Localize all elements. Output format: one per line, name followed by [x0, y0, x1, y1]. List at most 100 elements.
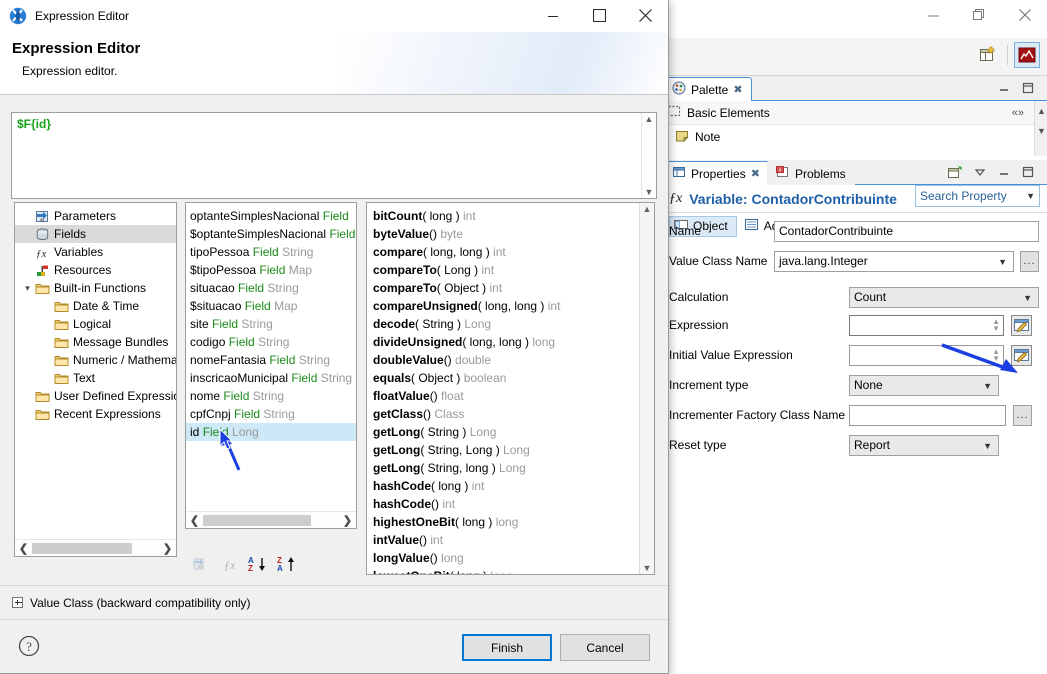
initial-value-edit-button[interactable]	[1011, 344, 1032, 366]
value-class-name-combo[interactable]: java.lang.Integer ▼	[774, 250, 1014, 272]
incrementer-factory-input[interactable]	[849, 404, 1006, 426]
method-list-item[interactable]: getLong( String ) Long	[367, 423, 640, 441]
increment-type-combo[interactable]: None ▼	[849, 374, 999, 396]
tree-item-recent-expressions[interactable]: Recent Expressions	[15, 405, 176, 423]
method-list-item[interactable]: intValue() int	[367, 531, 640, 549]
help-icon[interactable]: ?	[18, 635, 40, 657]
pin-icon[interactable]	[946, 164, 964, 180]
view-menu-icon[interactable]	[972, 164, 988, 180]
method-list-item[interactable]: floatValue() float	[367, 387, 640, 405]
scroll-up-icon[interactable]: ▲	[643, 203, 652, 215]
palette-group-basic-elements[interactable]: Basic Elements «»	[661, 101, 1047, 125]
scroll-up-icon[interactable]: ▲	[645, 113, 654, 125]
scroll-down-icon[interactable]: ▼	[645, 186, 654, 198]
method-list-item[interactable]: compareTo( Object ) int	[367, 279, 640, 297]
field-list-item[interactable]: codigo Field String	[186, 333, 356, 351]
method-list-item[interactable]: compare( long, long ) int	[367, 243, 640, 261]
method-list-item[interactable]: equals( Object ) boolean	[367, 369, 640, 387]
sort-za-ascending-icon[interactable]: Z A	[277, 554, 299, 574]
field-list-item[interactable]: $situacao Field Map	[186, 297, 356, 315]
value-class-name-browse-button[interactable]: ...	[1020, 250, 1039, 272]
field-list-item[interactable]: optanteSimplesNacional Field	[186, 207, 356, 225]
properties-close-icon[interactable]: ✖	[751, 167, 760, 180]
method-list-item[interactable]: hashCode( long ) int	[367, 477, 640, 495]
methods-vertical-scrollbar[interactable]: ▲ ▼	[639, 203, 654, 574]
palette-close-icon[interactable]: ✖	[733, 83, 742, 96]
dialog-close-button[interactable]	[622, 0, 668, 31]
search-property-input[interactable]: Search Property ▼	[915, 185, 1040, 207]
scroll-left-icon[interactable]: ❮	[186, 512, 203, 528]
expression-spinner[interactable]: ▲ ▼	[992, 317, 1000, 332]
fields-horizontal-scrollbar[interactable]: ❮ ❯	[186, 511, 356, 528]
eclipse-minimize-button[interactable]	[910, 0, 956, 30]
sort-az-descending-icon[interactable]: A Z	[248, 554, 270, 574]
method-list-item[interactable]: byteValue() byte	[367, 225, 640, 243]
tree-item-date-time[interactable]: Date & Time	[15, 297, 176, 315]
method-list-item[interactable]: bitCount( long ) int	[367, 207, 640, 225]
collapse-icon[interactable]: «»	[1012, 107, 1024, 119]
initial-value-spinner[interactable]: ▲ ▼	[992, 347, 1000, 362]
tree-item-fields[interactable]: Fields	[15, 225, 176, 243]
palette-item-note[interactable]: Note	[661, 125, 1047, 149]
method-list-item[interactable]: getLong( String, Long ) Long	[367, 441, 640, 459]
scroll-down-icon[interactable]: ▼	[1035, 121, 1047, 141]
cancel-button[interactable]: Cancel	[560, 634, 650, 661]
field-list-item[interactable]: id Field Long	[186, 423, 356, 441]
scroll-thumb[interactable]	[203, 514, 311, 526]
dialog-minimize-button[interactable]	[530, 0, 576, 31]
tree-item-parameters[interactable]: IN Parameters	[15, 207, 176, 225]
method-list-item[interactable]: highestOneBit( long ) long	[367, 513, 640, 531]
fields-list[interactable]: optanteSimplesNacional Field $optanteSim…	[185, 202, 357, 529]
field-list-item[interactable]: nomeFantasia Field String	[186, 351, 356, 369]
method-list-item[interactable]: compareUnsigned( long, long ) int	[367, 297, 640, 315]
expand-icon[interactable]	[12, 597, 23, 608]
tab-problems[interactable]: x Problems	[767, 161, 855, 185]
expression-textarea[interactable]: $F{id} ▲ ▼	[11, 112, 657, 199]
field-list-item[interactable]: situacao Field String	[186, 279, 356, 297]
tree-item-message-bundles[interactable]: Message Bundles	[15, 333, 176, 351]
field-list-item[interactable]: $optanteSimplesNacional Field	[186, 225, 356, 243]
scroll-thumb[interactable]	[32, 542, 132, 554]
tree-item-numeric-mathematical[interactable]: Numeric / Mathematical	[15, 351, 176, 369]
method-list-item[interactable]: getClass() Class	[367, 405, 640, 423]
insert-function-icon[interactable]: ƒx	[219, 554, 241, 574]
field-list-item[interactable]: inscricaoMunicipal Field String	[186, 369, 356, 387]
method-list-item[interactable]: getLong( String, long ) Long	[367, 459, 640, 477]
method-list-item[interactable]: hashCode() int	[367, 495, 640, 513]
expression-vertical-scrollbar[interactable]: ▲ ▼	[641, 113, 656, 198]
tree-item-resources[interactable]: Resources	[15, 261, 176, 279]
expression-input[interactable]: ▲ ▼	[849, 314, 1004, 336]
method-list-item[interactable]: doubleValue() double	[367, 351, 640, 369]
value-class-expander-row[interactable]: Value Class (backward compatibility only…	[0, 585, 667, 619]
initial-value-expression-input[interactable]: ▲ ▼	[849, 344, 1004, 366]
eclipse-restore-button[interactable]	[956, 0, 1002, 30]
tree-item-text[interactable]: Text	[15, 369, 176, 387]
field-list-item[interactable]: tipoPessoa Field String	[186, 243, 356, 261]
method-list-item[interactable]: decode( String ) Long	[367, 315, 640, 333]
new-view-icon[interactable]	[975, 42, 1001, 68]
field-list-item[interactable]: $tipoPessoa Field Map	[186, 261, 356, 279]
calculation-combo[interactable]: Count ▼	[849, 286, 1039, 308]
expression-edit-button[interactable]	[1011, 314, 1032, 336]
field-list-item[interactable]: cpfCnpj Field String	[186, 405, 356, 423]
tab-palette[interactable]: Palette ✖	[663, 77, 752, 101]
dialog-maximize-button[interactable]	[576, 0, 622, 31]
insert-parameter-icon[interactable]: IN	[190, 554, 212, 574]
chevron-down-icon[interactable]: ▼	[1026, 191, 1035, 201]
tree-item-user-defined-expressions[interactable]: User Defined Expressions	[15, 387, 176, 405]
properties-maximize-icon[interactable]	[1020, 164, 1036, 180]
method-list-item[interactable]: lowestOneBit( long ) long	[367, 567, 640, 574]
tree-horizontal-scrollbar[interactable]: ❮ ❯	[15, 539, 176, 556]
palette-scrollbar[interactable]: ▲ ▼	[1034, 101, 1047, 156]
tree-item-logical[interactable]: Logical	[15, 315, 176, 333]
chevron-down-icon[interactable]: ▾	[21, 283, 34, 294]
palette-maximize-icon[interactable]	[1020, 80, 1036, 96]
scroll-down-icon[interactable]: ▼	[643, 562, 652, 574]
tree-item-variables[interactable]: ƒx Variables	[15, 243, 176, 261]
tab-properties[interactable]: Properties ✖	[663, 161, 769, 185]
name-input[interactable]: ContadorContribuinte	[774, 220, 1039, 242]
tree-item-built-in-functions[interactable]: ▾ Built-in Functions	[15, 279, 176, 297]
palette-minimize-icon[interactable]	[996, 80, 1012, 96]
category-tree-list[interactable]: IN Parameters Fields ƒx Variables Resources ▾ B…	[14, 202, 177, 557]
scroll-right-icon[interactable]: ❯	[339, 512, 356, 528]
